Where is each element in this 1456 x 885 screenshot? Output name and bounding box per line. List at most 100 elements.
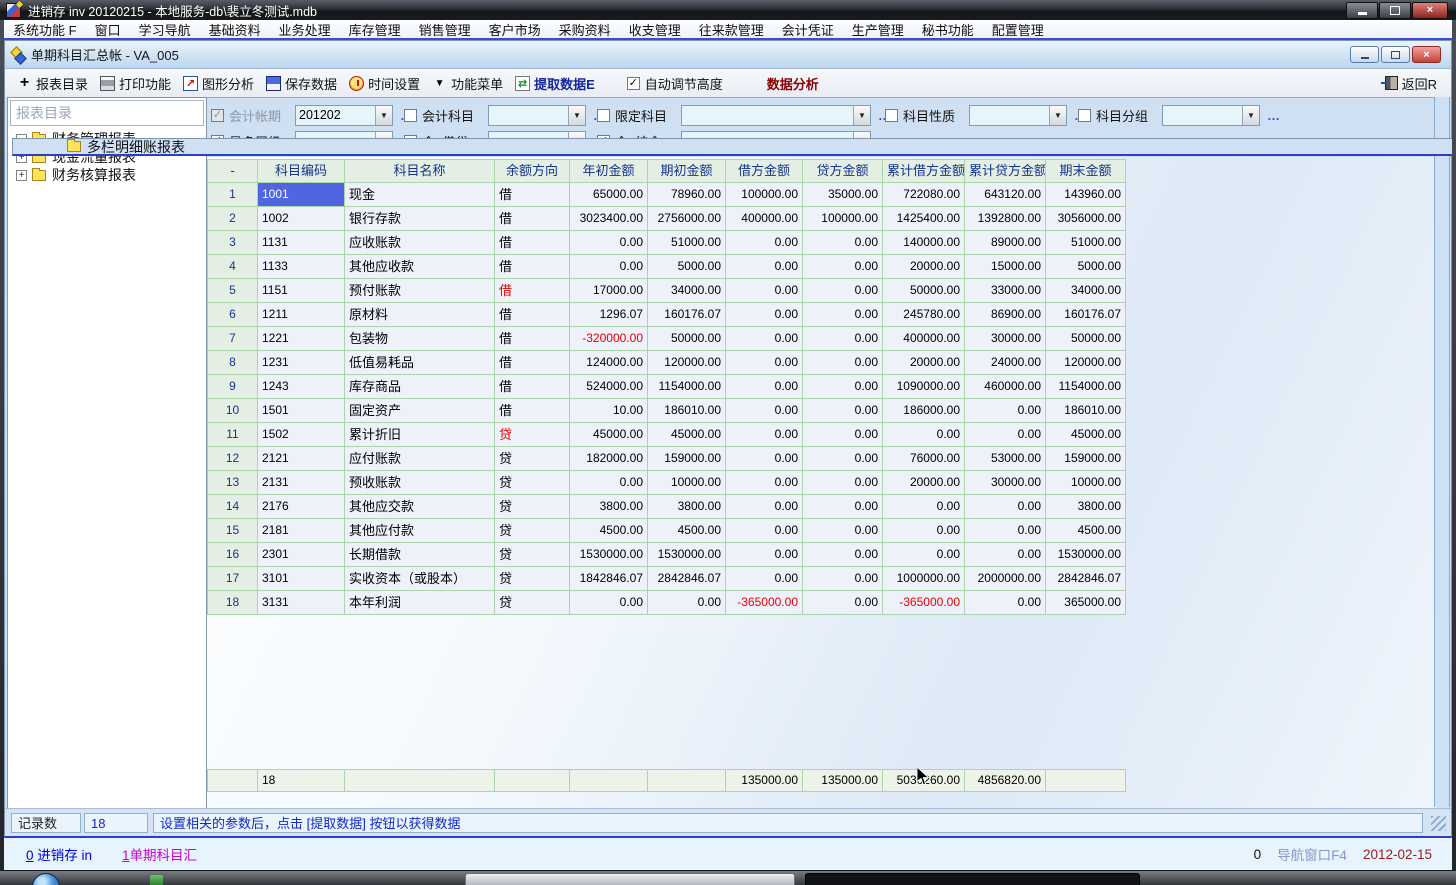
cell-code[interactable]: 1243 — [258, 375, 345, 399]
cell-code[interactable]: 1231 — [258, 351, 345, 375]
cell-cum-credit[interactable]: 0.00 — [965, 423, 1046, 447]
cell-cum-credit[interactable]: 30000.00 — [965, 327, 1046, 351]
cell-period-begin[interactable]: 1154000.00 — [648, 375, 726, 399]
cell-name[interactable]: 本年利润 — [345, 591, 495, 615]
cell-name[interactable]: 其他应交款 — [345, 495, 495, 519]
cell-period-end[interactable]: 4500.00 — [1046, 519, 1126, 543]
cell-cum-debit[interactable]: 20000.00 — [883, 351, 965, 375]
close-button[interactable]: × — [1412, 2, 1448, 19]
cell-debit[interactable]: 0.00 — [726, 303, 803, 327]
row-number[interactable]: 18 — [208, 591, 258, 615]
cell-cum-credit[interactable]: 33000.00 — [965, 279, 1046, 303]
cell-code[interactable]: 2131 — [258, 471, 345, 495]
cell-name[interactable]: 包装物 — [345, 327, 495, 351]
cell-cum-debit[interactable]: 0.00 — [883, 519, 965, 543]
cell-period-end[interactable]: 143960.00 — [1046, 183, 1126, 207]
cell-direction[interactable]: 贷 — [495, 495, 570, 519]
toolbar-button[interactable]: 功能菜单 — [426, 72, 509, 95]
cell-year-begin[interactable]: 182000.00 — [570, 447, 648, 471]
cell-cum-debit[interactable]: 186000.00 — [883, 399, 965, 423]
cell-year-begin[interactable]: 4500.00 — [570, 519, 648, 543]
cell-year-begin[interactable]: 0.00 — [570, 591, 648, 615]
cell-period-begin[interactable]: 3800.00 — [648, 495, 726, 519]
table-row[interactable]: 15 2181 其他应付款 贷 4500.00 4500.00 0.00 0.0… — [208, 519, 1126, 543]
chevron-down-icon[interactable]: ▼ — [375, 106, 392, 125]
cell-cum-credit[interactable]: 30000.00 — [965, 471, 1046, 495]
tree-item[interactable]: + 财务核算报表 — [8, 166, 206, 184]
table-row[interactable]: 3 1131 应收账款 借 0.00 51000.00 0.00 0.00 14… — [208, 231, 1126, 255]
cell-cum-debit[interactable]: 140000.00 — [883, 231, 965, 255]
table-row[interactable]: 16 2301 长期借款 贷 1530000.00 1530000.00 0.0… — [208, 543, 1126, 567]
toolbar-button[interactable]: 保存数据 — [260, 72, 343, 95]
cell-debit[interactable]: 0.00 — [726, 351, 803, 375]
cell-cum-credit[interactable]: 15000.00 — [965, 255, 1046, 279]
cell-period-end[interactable]: 45000.00 — [1046, 423, 1126, 447]
row-number[interactable]: 10 — [208, 399, 258, 423]
cell-debit[interactable]: -365000.00 — [726, 591, 803, 615]
cell-debit[interactable]: 0.00 — [726, 399, 803, 423]
auto-height-checkbox[interactable] — [627, 77, 640, 90]
table-row[interactable]: 13 2131 预收账款 贷 0.00 10000.00 0.00 0.00 2… — [208, 471, 1126, 495]
row-number[interactable]: 13 — [208, 471, 258, 495]
cell-period-begin[interactable]: 186010.00 — [648, 399, 726, 423]
menu-item[interactable]: 窗口 — [86, 20, 130, 39]
cell-credit[interactable]: 0.00 — [803, 591, 883, 615]
cell-cum-debit[interactable]: 245780.00 — [883, 303, 965, 327]
cell-code[interactable]: 2301 — [258, 543, 345, 567]
cell-direction[interactable]: 贷 — [495, 591, 570, 615]
cell-cum-debit[interactable]: 20000.00 — [883, 471, 965, 495]
cell-period-begin[interactable]: 2756000.00 — [648, 207, 726, 231]
cell-name[interactable]: 应付账款 — [345, 447, 495, 471]
cell-debit[interactable]: 0.00 — [726, 231, 803, 255]
cell-credit[interactable]: 0.00 — [803, 255, 883, 279]
chevron-down-icon[interactable]: ▼ — [568, 106, 585, 125]
cell-name[interactable]: 原材料 — [345, 303, 495, 327]
filter-checkbox[interactable] — [1078, 109, 1091, 122]
taskbar-item-active[interactable] — [805, 873, 1140, 885]
row-number[interactable]: 3 — [208, 231, 258, 255]
return-button[interactable]: 返回R — [1385, 74, 1437, 93]
cell-credit[interactable]: 0.00 — [803, 471, 883, 495]
col-header-direction[interactable]: 余额方向 — [495, 160, 570, 183]
cell-year-begin[interactable]: 3800.00 — [570, 495, 648, 519]
cell-period-begin[interactable]: 51000.00 — [648, 231, 726, 255]
cell-name[interactable]: 应收账款 — [345, 231, 495, 255]
cell-year-begin[interactable]: 1842846.07 — [570, 567, 648, 591]
toolbar-button[interactable]: 图形分析 — [177, 72, 260, 95]
row-number[interactable]: 16 — [208, 543, 258, 567]
table-row[interactable]: 2 1002 银行存款 借 3023400.00 2756000.00 4000… — [208, 207, 1126, 231]
cell-debit[interactable]: 0.00 — [726, 279, 803, 303]
cell-period-end[interactable]: 159000.00 — [1046, 447, 1126, 471]
cell-code[interactable]: 1211 — [258, 303, 345, 327]
cell-period-begin[interactable]: 78960.00 — [648, 183, 726, 207]
cell-period-end[interactable]: 51000.00 — [1046, 231, 1126, 255]
menu-item[interactable]: 业务处理 — [270, 20, 340, 39]
cell-debit[interactable]: 0.00 — [726, 375, 803, 399]
more-options-button[interactable]: … — [1267, 108, 1281, 123]
menu-item[interactable]: 会计凭证 — [773, 20, 843, 39]
cell-period-begin[interactable]: 50000.00 — [648, 327, 726, 351]
col-header-code[interactable]: 科目编码 — [258, 160, 345, 183]
cell-cum-credit[interactable]: 89000.00 — [965, 231, 1046, 255]
child-close-button[interactable]: × — [1412, 46, 1441, 63]
cell-cum-debit[interactable]: 76000.00 — [883, 447, 965, 471]
cell-name[interactable]: 现金 — [345, 183, 495, 207]
nav-window-label[interactable]: 导航窗口F4 — [1277, 844, 1347, 864]
cell-year-begin[interactable]: 0.00 — [570, 255, 648, 279]
cell-debit[interactable]: 0.00 — [726, 255, 803, 279]
cell-code[interactable]: 1501 — [258, 399, 345, 423]
cell-credit[interactable]: 0.00 — [803, 543, 883, 567]
cell-year-begin[interactable]: 1296.07 — [570, 303, 648, 327]
menu-item[interactable]: 学习导航 — [130, 20, 200, 39]
cell-credit[interactable]: 0.00 — [803, 231, 883, 255]
menu-item[interactable]: 往来款管理 — [690, 20, 773, 39]
cell-cum-debit[interactable]: 50000.00 — [883, 279, 965, 303]
cell-name[interactable]: 长期借款 — [345, 543, 495, 567]
menu-item[interactable]: 收支管理 — [620, 20, 690, 39]
cell-period-begin[interactable]: 160176.07 — [648, 303, 726, 327]
cell-cum-debit[interactable]: 0.00 — [883, 423, 965, 447]
cell-period-begin[interactable]: 2842846.07 — [648, 567, 726, 591]
cell-credit[interactable]: 100000.00 — [803, 207, 883, 231]
row-number[interactable]: 17 — [208, 567, 258, 591]
filter-checkbox[interactable] — [597, 109, 610, 122]
